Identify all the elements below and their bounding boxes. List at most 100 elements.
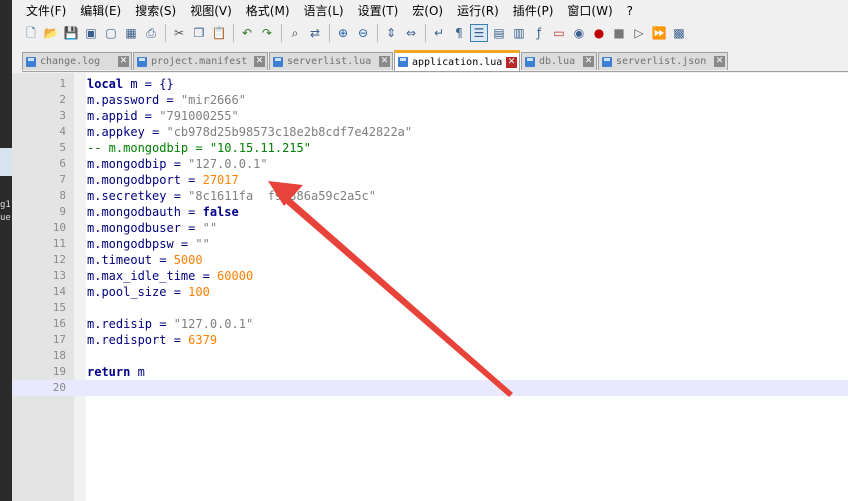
line-number: 16 bbox=[52, 317, 66, 330]
code-token: -- m.mongodbip = "10.15.11.215" bbox=[87, 141, 311, 155]
menu-item-5[interactable]: 语言(L) bbox=[297, 0, 351, 22]
tab-close-icon[interactable]: ✕ bbox=[254, 56, 265, 67]
tab-serverlist-lua[interactable]: serverlist.lua ✕ bbox=[269, 52, 393, 70]
find-icon[interactable]: ⌕ bbox=[286, 24, 304, 42]
code-line: 5 -- m.mongodbip = "10.15.11.215" bbox=[12, 140, 848, 156]
cut-icon[interactable]: ✂ bbox=[170, 24, 188, 42]
menu-item-10[interactable]: 窗口(W) bbox=[560, 0, 619, 22]
menu-item-7[interactable]: 宏(O) bbox=[405, 0, 450, 22]
tab-label: db.lua bbox=[539, 56, 576, 67]
code-token: m.redisport = bbox=[87, 333, 189, 347]
tab-serverlist-json[interactable]: serverlist.json ✕ bbox=[598, 52, 728, 70]
menu-item-1[interactable]: 编辑(E) bbox=[73, 0, 128, 22]
copy-icon[interactable]: ❐ bbox=[190, 24, 208, 42]
code-token: m.appid = bbox=[87, 109, 160, 123]
close-all-icon[interactable]: ▦ bbox=[122, 24, 140, 42]
tab-close-icon[interactable]: ✕ bbox=[714, 56, 725, 67]
tab-change-log[interactable]: change.log ✕ bbox=[22, 52, 132, 70]
record-macro-icon[interactable]: ● bbox=[590, 24, 608, 42]
code-line: 16 m.redisip = "127.0.0.1" bbox=[12, 316, 848, 332]
save-icon[interactable]: 💾 bbox=[62, 24, 80, 42]
undo-icon[interactable]: ↶ bbox=[238, 24, 256, 42]
line-number: 12 bbox=[52, 253, 66, 266]
line-number: 19 bbox=[52, 365, 66, 378]
code-token: m.mongodbuser = bbox=[87, 221, 203, 235]
code-text: m.password = "mir2666" bbox=[87, 92, 246, 108]
code-text: -- m.mongodbip = "10.15.11.215" bbox=[87, 140, 311, 156]
menu-item-2[interactable]: 搜索(S) bbox=[128, 0, 183, 22]
file-saved-icon bbox=[602, 56, 612, 67]
code-line: 14 m.pool_size = 100 bbox=[12, 284, 848, 300]
code-editor[interactable]: 1 local m = {} 2 m.password = "mir2666" 3 m.a… bbox=[12, 73, 848, 501]
code-line: 13 m.max_idle_time = 60000 bbox=[12, 268, 848, 284]
code-token: m.appkey = bbox=[87, 125, 167, 139]
code-line: 19 return m bbox=[12, 364, 848, 380]
menu-item-3[interactable]: 视图(V) bbox=[183, 0, 239, 22]
line-number: 9 bbox=[59, 205, 66, 218]
open-file-icon[interactable]: 📂 bbox=[42, 24, 60, 42]
save-all-icon[interactable]: ▣ bbox=[82, 24, 100, 42]
file-saved-icon bbox=[137, 56, 147, 67]
code-token: m.secretkey = bbox=[87, 189, 189, 203]
word-wrap-icon[interactable]: ↵ bbox=[430, 24, 448, 42]
code-line: 10 m.mongodbuser = "" bbox=[12, 220, 848, 236]
menu-item-6[interactable]: 设置(T) bbox=[351, 0, 406, 22]
tab-close-icon[interactable]: ✕ bbox=[118, 56, 129, 67]
line-number: 3 bbox=[59, 109, 66, 122]
save-macro-icon[interactable]: ▩ bbox=[670, 24, 688, 42]
code-token: "127.0.0.1" bbox=[188, 157, 268, 171]
zoom-in-icon[interactable]: ⊕ bbox=[334, 24, 352, 42]
tab-close-icon[interactable]: ✕ bbox=[506, 56, 517, 68]
close-icon[interactable]: ▢ bbox=[102, 24, 120, 42]
replace-icon[interactable]: ⇄ bbox=[306, 24, 324, 42]
zoom-out-icon[interactable]: ⊖ bbox=[354, 24, 372, 42]
menu-item-8[interactable]: 运行(R) bbox=[450, 0, 506, 22]
code-token: m.mongodbport = bbox=[87, 173, 203, 187]
menu-item-9[interactable]: 插件(P) bbox=[506, 0, 561, 22]
background-text-2: ue bbox=[0, 213, 11, 223]
file-saved-icon bbox=[273, 56, 283, 67]
run-macro-multiple-icon[interactable]: ⏩ bbox=[650, 24, 668, 42]
show-all-chars-icon[interactable]: ¶ bbox=[450, 24, 468, 42]
monitor-icon[interactable]: ◉ bbox=[570, 24, 588, 42]
code-token: "cb978d25b98573c18e2b8cdf7e42822a" bbox=[166, 125, 413, 139]
code-line: 7 m.mongodbport = 27017 bbox=[12, 172, 848, 188]
code-line: 15 bbox=[12, 300, 848, 316]
code-token: m bbox=[130, 365, 145, 379]
tab-db-lua[interactable]: db.lua ✕ bbox=[521, 52, 597, 70]
menu-item-4[interactable]: 格式(M) bbox=[239, 0, 297, 22]
folder-workspace-icon[interactable]: ▭ bbox=[550, 24, 568, 42]
code-token: m.timeout = bbox=[87, 253, 174, 267]
indent-guide-icon[interactable]: ☰ bbox=[470, 24, 488, 42]
tab-application-lua[interactable]: application.lua ✕ bbox=[394, 50, 520, 71]
stop-record-icon[interactable]: ■ bbox=[610, 24, 628, 42]
tab-project-manifest[interactable]: project.manifest ✕ bbox=[133, 52, 268, 70]
code-token: "127.0.0.1" bbox=[173, 317, 254, 331]
tab-label: project.manifest bbox=[151, 56, 248, 67]
code-line: 18 bbox=[12, 348, 848, 364]
print-icon[interactable]: ⎙ bbox=[142, 24, 160, 42]
background-window-strip: g1 ue bbox=[0, 0, 12, 501]
redo-icon[interactable]: ↷ bbox=[258, 24, 276, 42]
paste-icon[interactable]: 📋 bbox=[210, 24, 228, 42]
function-list-icon[interactable]: ƒ bbox=[530, 24, 548, 42]
line-number: 14 bbox=[52, 285, 66, 298]
tab-close-icon[interactable]: ✕ bbox=[583, 56, 594, 67]
doc-map-icon[interactable]: ▥ bbox=[510, 24, 528, 42]
new-file-icon[interactable]: 🗋 bbox=[22, 24, 40, 42]
tab-close-icon[interactable]: ✕ bbox=[379, 56, 390, 67]
sync-horizontal-icon[interactable]: ⇔ bbox=[402, 24, 420, 42]
code-token: false bbox=[202, 205, 239, 219]
toolbar-separator bbox=[233, 24, 234, 42]
menu-item-0[interactable]: 文件(F) bbox=[12, 0, 73, 22]
play-macro-icon[interactable]: ▷ bbox=[630, 24, 648, 42]
menu-item-11[interactable]: ? bbox=[620, 0, 640, 22]
tab-label: application.lua bbox=[412, 56, 503, 68]
code-text: m.mongodbpsw = "" bbox=[87, 236, 210, 252]
language-icon[interactable]: ▤ bbox=[490, 24, 508, 42]
sync-vertical-icon[interactable]: ⇕ bbox=[382, 24, 400, 42]
toolbar-separator bbox=[165, 24, 166, 42]
code-token: m.redisip = bbox=[87, 317, 174, 331]
code-line: 3 m.appid = "791000255" bbox=[12, 108, 848, 124]
background-window-highlight bbox=[0, 148, 12, 176]
